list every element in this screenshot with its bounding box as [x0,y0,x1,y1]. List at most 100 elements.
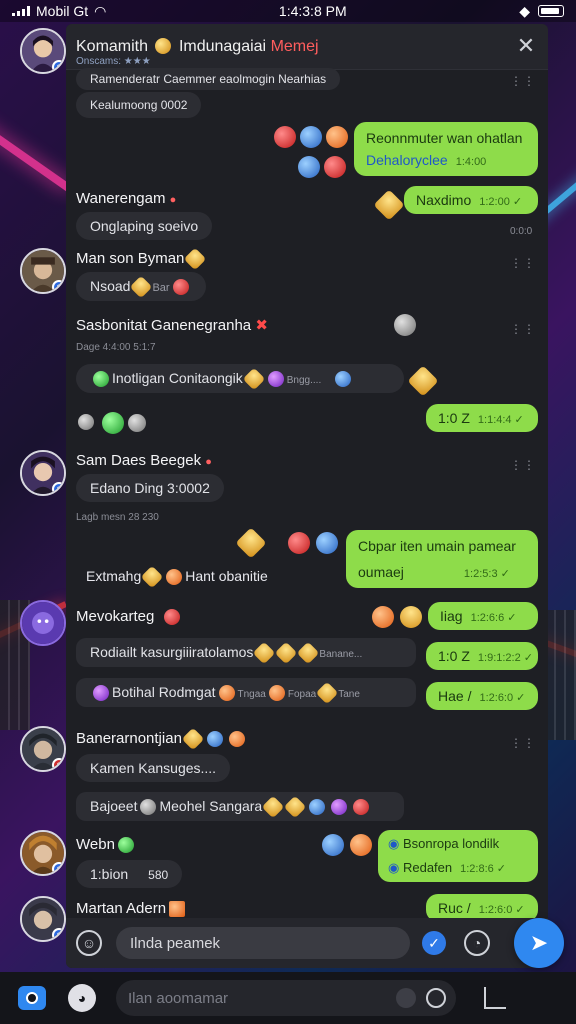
outgoing-message[interactable]: Naxdimo 1:2:00 ✓ [404,186,538,214]
read-check-icon: ✓ [512,196,523,208]
message-meta: Lagb mesn 28 230 [76,512,159,523]
gem-icon [268,685,285,702]
sticker-icon[interactable] [102,412,124,434]
message-text: Redafen [402,860,453,875]
gem-icon [169,901,186,918]
emoji-icon[interactable]: ☺ [76,930,102,956]
check-icon[interactable]: ✓ [422,931,446,955]
more-icon[interactable]: ⋮⋮ [510,322,535,336]
gem-icon [228,731,245,748]
chat-title-rest: Imdunagaiai [178,37,267,55]
sticker-icon[interactable] [78,414,94,430]
more-icon[interactable]: ⋮⋮ [510,458,535,472]
message-bubble[interactable]: Ramenderatr Caemmer eaolmogin Nearhias [76,68,341,90]
message-text: Onglaping soeivo [90,218,199,234]
read-check-icon: ✓ [500,568,510,580]
gem-icon [335,371,352,388]
sticker-icon[interactable] [274,126,296,148]
more-icon[interactable]: ⋮⋮ [510,256,535,270]
message-bubble[interactable]: Rodiailt kasurgiiiratolamos Banane... [76,638,416,668]
avatar[interactable] [20,600,66,646]
sticker-icon[interactable] [128,414,146,432]
message-bubble[interactable]: 1:bion 580 [76,860,183,888]
sticker-icon[interactable] [298,156,320,178]
gem-icon [93,371,109,388]
sticker-icon[interactable] [300,126,322,148]
avatar[interactable]: e [20,450,66,496]
online-badge: e [52,862,64,874]
message-text: Dehaloryclee [366,152,448,168]
sticker-icon[interactable] [324,156,346,178]
sticker-icon[interactable] [288,532,310,554]
message-text: oumaej [358,564,404,580]
voice-icon[interactable] [426,988,446,1008]
chat-header: Komamith Imdunagaiai Memej Onscams: ★★★ … [66,24,548,70]
message-text: Hae / [438,688,472,704]
sticker-icon[interactable] [322,834,344,856]
message-line[interactable]: Extmahg Hant obanitie [86,565,268,589]
sender-name-text: Banerarnontjian [76,730,182,747]
outgoing-message[interactable]: 1:0 Z 1:9:1:2:2 ✓ [426,642,538,670]
outgoing-message[interactable]: 1:0 Z 1:1:4:4 ✓ [426,404,538,432]
sticker-icon[interactable] [407,365,439,397]
outgoing-message[interactable]: ◉ Bsonropa londilk ◉ Redafen 1:2:8:6 ✓ [378,830,538,882]
message-bubble[interactable]: Edano Ding 3:0002 [76,474,224,502]
outgoing-message[interactable]: Cbpar iten umain pamear oumaej 1:2:5:3 ✓ [346,530,538,588]
flame-icon: ● [205,456,212,468]
sticker-icon[interactable] [373,189,405,221]
outgoing-message[interactable]: Reonnmuter wan ohatlan Dehaloryclee 1:4:0… [354,122,538,176]
message-bubble[interactable]: Nsoad Bar [76,272,206,302]
sticker-icon[interactable] [394,314,416,336]
voice-icon[interactable]: ◔ [464,930,490,956]
bottom-bar: ◕ Ilan aoomamar [0,972,576,1024]
message-composer: ☺ Ilnda peamek ✓ ◔ [66,918,548,968]
online-badge: e [52,280,64,292]
message-text: 580 [148,868,169,882]
gem-icon [164,609,181,626]
more-icon[interactable]: ⋮⋮ [510,74,535,88]
sender-name: Banerarnontjian [76,727,248,751]
message-bubble[interactable]: Kamen Kansuges.... [76,754,231,782]
sticker-icon[interactable] [350,834,372,856]
sticker-icon[interactable] [326,126,348,148]
message-text: Extmahg [86,568,142,584]
message-time: 1:2:5:3 [463,568,498,580]
chat-panel: Komamith Imdunagaiai Memej Onscams: ★★★ … [66,24,548,968]
outgoing-message[interactable]: Iiag 1:2:6:6 ✓ [428,602,538,630]
avatar[interactable]: e [20,726,66,772]
sticker-icon[interactable] [235,527,267,559]
message-text: Ramenderatr Caemmer eaolmogin Nearhias [90,72,327,86]
avatar[interactable]: e [20,248,66,294]
message-bubble[interactable]: Inotligan Conitaongik Bngg.... [76,364,404,394]
message-text: Kamen Kansuges.... [90,760,217,776]
gem-icon [331,799,348,816]
message-input[interactable]: Ilnda peamek [116,927,410,959]
message-bubble[interactable]: Botihal Rodmgat Tngaa Fopaa Tane [76,678,416,708]
message-bubble[interactable]: Onglaping soeivo [76,212,213,240]
message-bubble[interactable]: Kealumoong 0002 [76,92,202,118]
message-text: Nsoad [90,278,131,294]
camera-icon[interactable] [18,986,46,1010]
crop-icon[interactable] [484,987,506,1009]
sender-name: Wanerengam ● [76,190,176,207]
sender-name: Sam Daes Beegek ● [76,452,212,469]
sticker-icon[interactable] [316,532,338,554]
message-bubble[interactable]: Bajoeet Meohel Sangara [76,792,404,822]
message-text: Inotligan Conitaongik [112,370,243,386]
avatar[interactable]: e [20,896,66,942]
avatar-icon[interactable] [396,988,416,1008]
read-check-icon: ✓ [515,904,525,916]
close-button[interactable]: ✕ [514,35,538,59]
avatar[interactable]: e [20,28,66,74]
search-input[interactable]: Ilan aoomamar [116,980,456,1016]
more-icon[interactable]: ⋮⋮ [510,736,535,750]
sticker-icon[interactable] [395,601,427,633]
avatar[interactable]: e [20,830,66,876]
send-button[interactable]: ➤ [514,918,564,968]
sticker-icon[interactable]: ◕ [68,984,96,1012]
sticker-icon[interactable] [372,606,394,628]
wifi-icon: ◠ [94,2,107,19]
outgoing-message[interactable]: Hae / 1:2:6:0 ✓ [426,682,538,710]
message-text: Cbpar iten umain pamear [358,538,516,554]
message-text: Meohel Sangara [159,798,263,814]
